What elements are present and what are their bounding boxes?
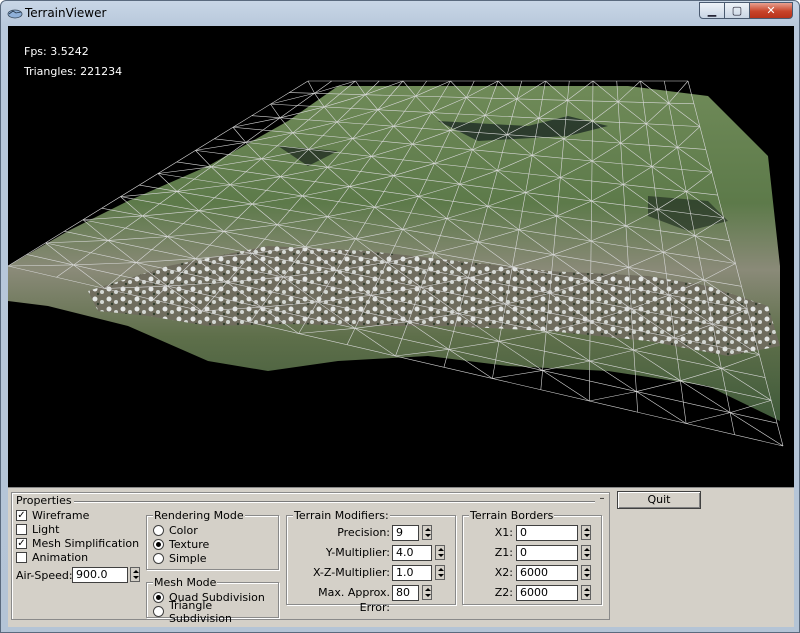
xz-multiplier-input[interactable]: 1.0 xyxy=(392,565,432,581)
mesh-simplification-label: Mesh Simplification xyxy=(32,537,140,550)
wireframe-check-icon: ✓ xyxy=(16,510,27,521)
mesh-mode-group: Mesh Mode Quad Subdivision Triangle Subd… xyxy=(146,576,279,625)
triangle-subdivision-label: Triangle Subdivision xyxy=(168,598,232,625)
radio-icon xyxy=(153,606,164,617)
max-error-spinner[interactable] xyxy=(422,585,432,600)
minimize-button[interactable]: ▁ xyxy=(699,2,725,19)
radio-icon xyxy=(153,553,164,564)
maximize-button[interactable]: ▢ xyxy=(725,2,750,19)
wireframe-label: Wireframe xyxy=(32,509,90,522)
app-icon xyxy=(7,9,23,19)
precision-label: Precision: xyxy=(337,526,390,539)
fps-readout: Fps: 3.5242 xyxy=(24,45,89,58)
render-color-radio[interactable]: Color xyxy=(153,524,198,537)
render-texture-label: Texture xyxy=(169,538,210,551)
y-multiplier-spinner[interactable] xyxy=(435,545,445,560)
x2-spinner[interactable] xyxy=(581,565,591,580)
precision-input[interactable]: 9 xyxy=(392,525,419,541)
x1-input[interactable]: 0 xyxy=(516,525,578,541)
mesh-simplification-checkbox[interactable]: ✓ Mesh Simplification xyxy=(16,537,139,550)
mesh-mode-title: Mesh Mode xyxy=(153,576,218,589)
properties-divider xyxy=(74,501,595,503)
render-color-label: Color xyxy=(169,524,198,537)
z1-label: Z1: xyxy=(494,546,513,559)
animation-label: Animation xyxy=(32,551,89,564)
z1-spinner[interactable] xyxy=(581,545,591,560)
xz-multiplier-label: X-Z-Multiplier: xyxy=(312,566,390,579)
app-window: TerrainViewer ▁ ▢ ✕ Fps: 3.5242 Triangle… xyxy=(0,0,800,633)
radio-icon xyxy=(153,525,164,536)
z2-input[interactable]: 6000 xyxy=(516,585,578,601)
triangle-subdivision-radio[interactable]: Triangle Subdivision xyxy=(153,599,278,625)
x1-spinner[interactable] xyxy=(581,525,591,540)
xz-multiplier-spinner[interactable] xyxy=(435,565,445,580)
render-texture-radio[interactable]: Texture xyxy=(153,538,209,551)
properties-title: Properties xyxy=(16,494,72,507)
minimize-icon: ▁ xyxy=(707,4,717,17)
close-icon: ✕ xyxy=(766,4,776,17)
rendering-mode-title: Rendering Mode xyxy=(153,509,245,522)
max-error-label: Max. Approx. Error: xyxy=(318,586,390,614)
air-speed-input[interactable]: 900.0 xyxy=(72,567,128,583)
collapse-button[interactable]: – xyxy=(597,494,607,506)
x1-label: X1: xyxy=(494,526,513,539)
terrain-viewport[interactable]: Fps: 3.5242 Triangles: 221234 xyxy=(8,26,794,487)
light-label: Light xyxy=(32,523,60,536)
rendering-mode-group: Rendering Mode Color Texture Simple xyxy=(146,509,279,570)
terrain-modifiers-group: Terrain Modifiers: Precision: 9 Y-Multip… xyxy=(286,509,456,614)
title-bar[interactable]: TerrainViewer ▁ ▢ ✕ xyxy=(1,1,799,25)
y-multiplier-label: Y-Multiplier: xyxy=(325,546,390,559)
terrain-borders-group: Terrain Borders X1: 0 Z1: 0 X2: 6000 Z2:… xyxy=(462,509,602,605)
close-button[interactable]: ✕ xyxy=(750,2,793,19)
animation-checkbox[interactable]: Animation xyxy=(16,551,88,564)
x2-label: X2: xyxy=(494,566,513,579)
properties-panel: Properties – ✓ Wireframe Light ✓ Mesh Si… xyxy=(11,492,610,625)
z2-spinner[interactable] xyxy=(581,585,591,600)
animation-check-icon xyxy=(16,552,27,563)
control-panel: Properties – ✓ Wireframe Light ✓ Mesh Si… xyxy=(8,487,794,627)
precision-spinner[interactable] xyxy=(422,525,432,540)
light-checkbox[interactable]: Light xyxy=(16,523,59,536)
max-error-input[interactable]: 80 xyxy=(392,585,419,601)
air-speed-spinner[interactable] xyxy=(130,567,140,582)
maximize-icon: ▢ xyxy=(731,4,743,17)
z1-input[interactable]: 0 xyxy=(516,545,578,561)
light-check-icon xyxy=(16,524,27,535)
terrain-modifiers-title: Terrain Modifiers: xyxy=(293,509,390,522)
mesh-simplification-check-icon: ✓ xyxy=(16,538,27,549)
z2-label: Z2: xyxy=(494,586,513,599)
radio-selected-icon xyxy=(153,539,164,550)
air-speed-label: Air-Speed: xyxy=(16,569,73,582)
quit-button[interactable]: Quit xyxy=(617,491,701,509)
terrain-render xyxy=(8,80,784,447)
render-simple-radio[interactable]: Simple xyxy=(153,552,207,565)
triangles-readout: Triangles: 221234 xyxy=(24,65,123,78)
terrain-borders-title: Terrain Borders xyxy=(469,509,555,522)
radio-selected-icon xyxy=(153,592,164,603)
y-multiplier-input[interactable]: 4.0 xyxy=(392,545,432,561)
x2-input[interactable]: 6000 xyxy=(516,565,578,581)
render-simple-label: Simple xyxy=(169,552,207,565)
wireframe-checkbox[interactable]: ✓ Wireframe xyxy=(16,509,89,522)
window-title: TerrainViewer xyxy=(25,6,107,20)
